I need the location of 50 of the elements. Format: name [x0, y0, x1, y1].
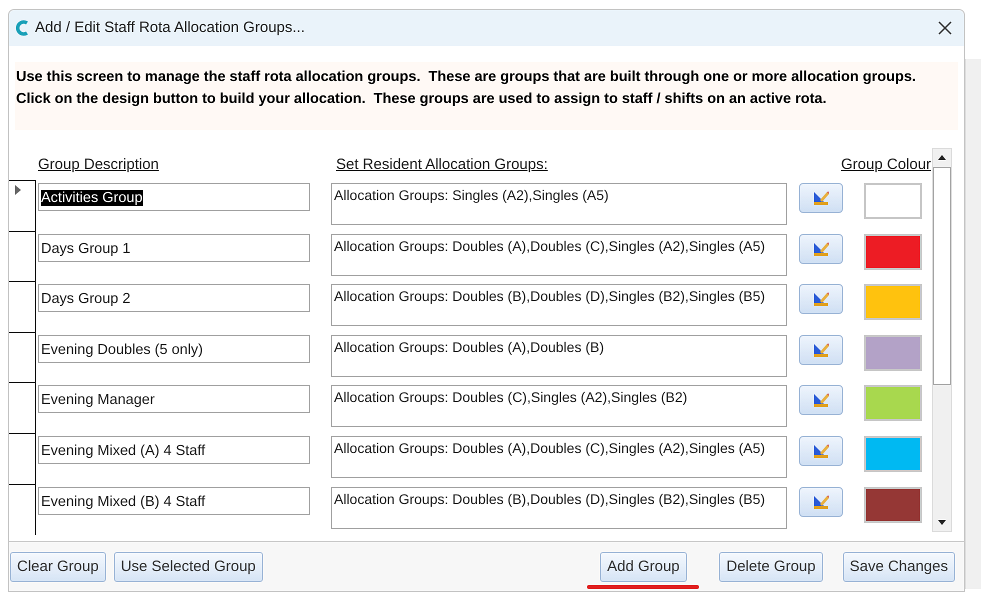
scrollbar[interactable]	[932, 148, 952, 532]
ruler-pencil-icon	[812, 190, 830, 206]
column-header: Set Resident Allocation Groups:	[336, 154, 549, 174]
action-button[interactable]: Add Group	[600, 552, 687, 582]
ruler-pencil-icon	[812, 291, 830, 308]
action-button[interactable]: Use Selected Group	[114, 552, 263, 582]
design-button[interactable]	[799, 385, 843, 416]
allocation-field[interactable]: Allocation Groups: Doubles (A),Doubles (B)	[331, 334, 787, 377]
column-header: Group Description	[38, 154, 160, 174]
design-button[interactable]	[799, 334, 843, 365]
description-field[interactable]: Evening Mixed (A) 4 Staff	[38, 436, 310, 464]
colour-swatch[interactable]	[864, 234, 922, 270]
colour-swatch[interactable]	[864, 334, 922, 371]
colour-swatch[interactable]	[864, 183, 922, 219]
description-field[interactable]: Evening Mixed (B) 4 Staff	[38, 486, 310, 515]
design-button[interactable]	[799, 183, 843, 213]
description-field[interactable]: Days Group 1	[38, 234, 310, 262]
design-button[interactable]	[799, 436, 843, 466]
app-logo-icon	[15, 20, 29, 36]
description-field[interactable]: Evening Manager	[38, 385, 310, 414]
ruler-pencil-icon	[812, 240, 830, 257]
ruler-pencil-icon	[812, 494, 830, 510]
design-button[interactable]	[799, 486, 843, 517]
colour-swatch[interactable]	[864, 436, 922, 472]
allocation-field[interactable]: Allocation Groups: Singles (A2),Singles (A5)	[331, 183, 787, 225]
colour-swatch[interactable]	[864, 385, 922, 422]
colour-swatch[interactable]	[864, 284, 922, 320]
description-field[interactable]: Activities Group	[38, 183, 310, 211]
action-button[interactable]: Save Changes	[842, 552, 955, 582]
colour-swatch[interactable]	[864, 486, 922, 523]
column-header: Group Colour	[841, 154, 932, 174]
ruler-pencil-icon	[812, 392, 830, 408]
action-button[interactable]: Delete Group	[719, 552, 823, 582]
scroll-thumb[interactable]	[933, 167, 951, 385]
allocation-field[interactable]: Allocation Groups: Doubles (B),Doubles (D),Singles (B2),Singles (B5)	[331, 284, 787, 326]
allocation-field[interactable]: Allocation Groups: Doubles (A),Doubles (C),Singles (A2),Singles (A5)	[331, 234, 787, 276]
ruler-pencil-icon	[812, 342, 830, 358]
description-field[interactable]: Days Group 2	[38, 284, 310, 312]
window-title: Add / Edit Staff Rota Allocation Groups...	[35, 18, 305, 38]
allocation-field[interactable]: Allocation Groups: Doubles (C),Singles (A2),Singles (B2)	[331, 385, 787, 428]
instructions-text: Use this screen to manage the staff rota allocation groups. These are groups that are built through one or more allocation groups. Click on the design button to build your allocation. These groups are used to assign to staff / shifts on an active rota.	[16, 68, 917, 109]
description-field[interactable]: Evening Doubles (5 only)	[38, 334, 310, 363]
design-button[interactable]	[799, 284, 843, 314]
ruler-pencil-icon	[812, 442, 830, 459]
action-button[interactable]: Clear Group	[10, 552, 106, 582]
allocation-field[interactable]: Allocation Groups: Doubles (B),Doubles (D),Singles (B2),Singles (B5)	[331, 486, 787, 529]
design-button[interactable]	[799, 234, 843, 264]
close-icon[interactable]	[938, 21, 952, 35]
allocation-field[interactable]: Allocation Groups: Doubles (A),Doubles (C),Singles (A2),Singles (A5)	[331, 436, 787, 478]
current-row-icon	[15, 185, 21, 195]
